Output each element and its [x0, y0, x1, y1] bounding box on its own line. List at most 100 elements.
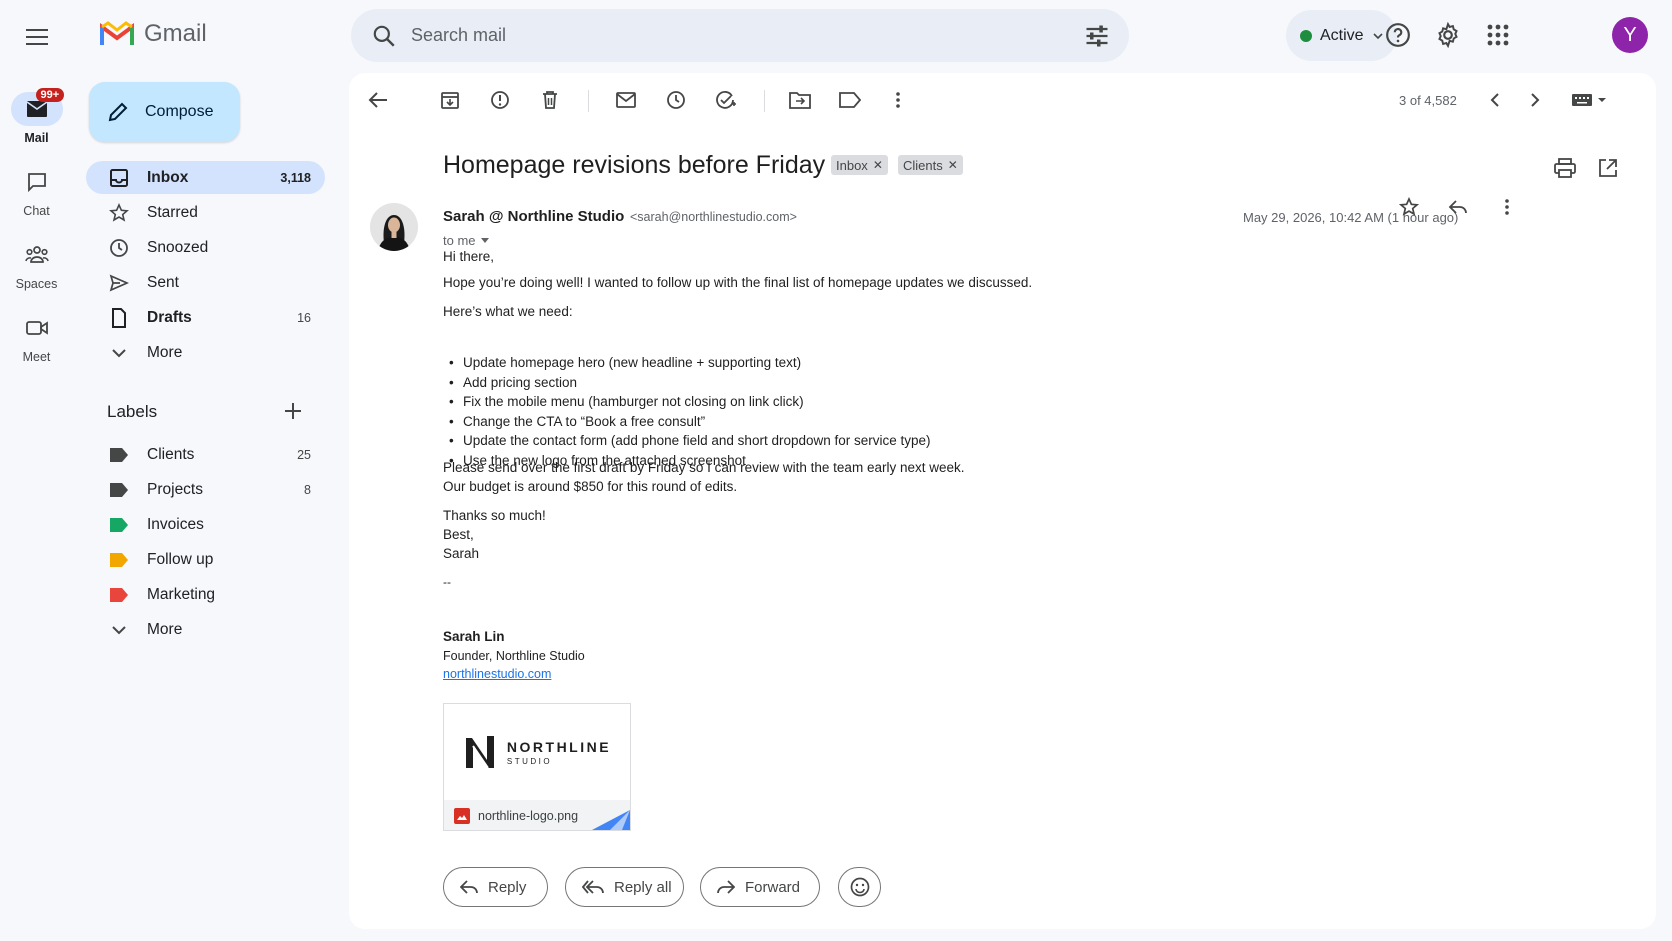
request-list: Update homepage hero (new headline + sup… [443, 353, 931, 471]
search-options-icon[interactable] [1083, 22, 1111, 50]
rail-mail[interactable]: 99+ Mail [0, 88, 73, 145]
rail-spaces-pill [11, 238, 63, 272]
add-to-tasks-button[interactable] [713, 87, 739, 113]
apps-button[interactable] [1483, 20, 1513, 50]
sender-name[interactable]: Sarah @ Northline Studio [443, 208, 624, 225]
nav-starred[interactable]: Starred [86, 196, 325, 229]
rail-mail-pill: 99+ [10, 88, 65, 126]
status-selector[interactable]: Active [1286, 10, 1397, 61]
signature-divider: -- [443, 575, 451, 589]
open-in-new-icon [1599, 159, 1617, 177]
rail-chat[interactable]: Chat [0, 165, 73, 218]
status-dot [1300, 29, 1312, 42]
older-button[interactable] [1522, 87, 1548, 113]
spaces-icon [24, 246, 49, 263]
main-menu-button[interactable] [22, 22, 52, 52]
signature-link[interactable]: northlinestudio.com [443, 667, 551, 681]
gmail-logo[interactable]: Gmail [100, 20, 207, 48]
rail-meet[interactable]: Meet [0, 311, 73, 364]
list-item: Update homepage hero (new headline + sup… [443, 353, 931, 373]
back-button[interactable] [365, 87, 391, 113]
attachment-card[interactable]: NORTHLINE STUDIO northline-logo.png [443, 703, 631, 831]
nav-snoozed[interactable]: Snoozed [86, 231, 325, 264]
open-new-window-button[interactable] [1595, 155, 1621, 181]
label-clients[interactable]: Clients 25 [86, 438, 325, 471]
input-tools-button[interactable] [1567, 87, 1613, 113]
folder-move-icon [789, 92, 811, 109]
snooze-button[interactable] [663, 87, 689, 113]
star-button[interactable] [1396, 194, 1422, 220]
label-follow-up[interactable]: Follow up [86, 543, 325, 576]
compose-button[interactable]: Compose [89, 82, 240, 142]
print-button[interactable] [1552, 155, 1578, 181]
archive-icon [441, 92, 459, 109]
mail-icon [616, 92, 636, 108]
reply-all-button[interactable]: Reply all [565, 867, 684, 907]
close-icon[interactable]: ✕ [948, 158, 958, 172]
settings-button[interactable] [1433, 20, 1463, 50]
archive-button[interactable] [437, 87, 463, 113]
labels-button[interactable] [837, 87, 863, 113]
label-projects-name: Projects [147, 480, 203, 498]
close-icon[interactable]: ✕ [873, 158, 883, 172]
hamburger-icon [26, 29, 48, 45]
chevron-down-icon [108, 619, 130, 641]
more-vert-icon [896, 92, 900, 108]
trash-icon [543, 91, 557, 109]
list-item: Update the contact form (add phone field… [443, 431, 931, 451]
more-options-button[interactable] [885, 87, 911, 113]
brand-subtitle: STUDIO [506, 756, 553, 766]
delete-button[interactable] [537, 87, 563, 113]
help-icon [1386, 23, 1410, 47]
emoji-reaction-button[interactable] [838, 867, 881, 907]
sender-avatar[interactable] [370, 203, 418, 251]
label-projects[interactable]: Projects 8 [86, 473, 325, 506]
rail-spaces[interactable]: Spaces [0, 238, 73, 291]
mark-unread-button[interactable] [613, 87, 639, 113]
nav-more-label: More [147, 343, 183, 361]
label-invoices[interactable]: Invoices [86, 508, 325, 541]
recipient-details[interactable]: to me [443, 233, 490, 248]
label-marketing[interactable]: Marketing [86, 578, 325, 611]
nav-snoozed-label: Snoozed [147, 238, 209, 256]
recipient-label: to me [443, 233, 476, 248]
add-task-icon [716, 91, 736, 109]
account-avatar[interactable]: Y [1612, 17, 1648, 53]
search-bar[interactable] [351, 9, 1129, 62]
reply-button[interactable]: Reply [443, 867, 548, 907]
chevron-right-icon [1531, 93, 1540, 107]
rail-spaces-label: Spaces [15, 277, 58, 291]
labels-more[interactable]: More [86, 613, 325, 646]
send-icon [108, 272, 130, 294]
label-clients-name: Clients [147, 445, 195, 463]
message-more-button[interactable] [1494, 194, 1520, 220]
email-lead: Here’s what we need: [443, 304, 573, 319]
smiley-icon [850, 877, 869, 897]
help-button[interactable] [1383, 20, 1413, 50]
search-input[interactable] [411, 25, 1071, 46]
pencil-icon [108, 102, 128, 122]
nav-inbox[interactable]: Inbox 3,118 [86, 161, 325, 194]
reply-icon-button[interactable] [1445, 194, 1471, 220]
forward-button[interactable]: Forward [700, 867, 820, 907]
nav-drafts-label: Drafts [147, 308, 192, 326]
newer-button[interactable] [1482, 87, 1508, 113]
move-to-button[interactable] [787, 87, 813, 113]
image-file-icon [454, 807, 470, 824]
email-date: May 29, 2026, 10:42 AM (1 hour ago) [1243, 210, 1459, 225]
chevron-left-icon [1490, 93, 1499, 107]
compose-label: Compose [145, 103, 214, 120]
search-icon[interactable] [371, 23, 397, 49]
plus-icon[interactable] [282, 400, 304, 422]
label-invoices-name: Invoices [147, 515, 204, 533]
list-item: Add pricing section [443, 373, 931, 393]
chip-inbox[interactable]: Inbox ✕ [831, 155, 888, 175]
chip-clients[interactable]: Clients ✕ [898, 155, 963, 175]
nav-drafts[interactable]: Drafts 16 [86, 301, 325, 334]
nav-more[interactable]: More [86, 336, 325, 369]
sender-email: <sarah@northlinestudio.com> [630, 210, 797, 224]
label-marketing-name: Marketing [147, 585, 216, 603]
report-spam-button[interactable] [487, 87, 513, 113]
nav-sent[interactable]: Sent [86, 266, 325, 299]
clock-icon [667, 91, 685, 109]
